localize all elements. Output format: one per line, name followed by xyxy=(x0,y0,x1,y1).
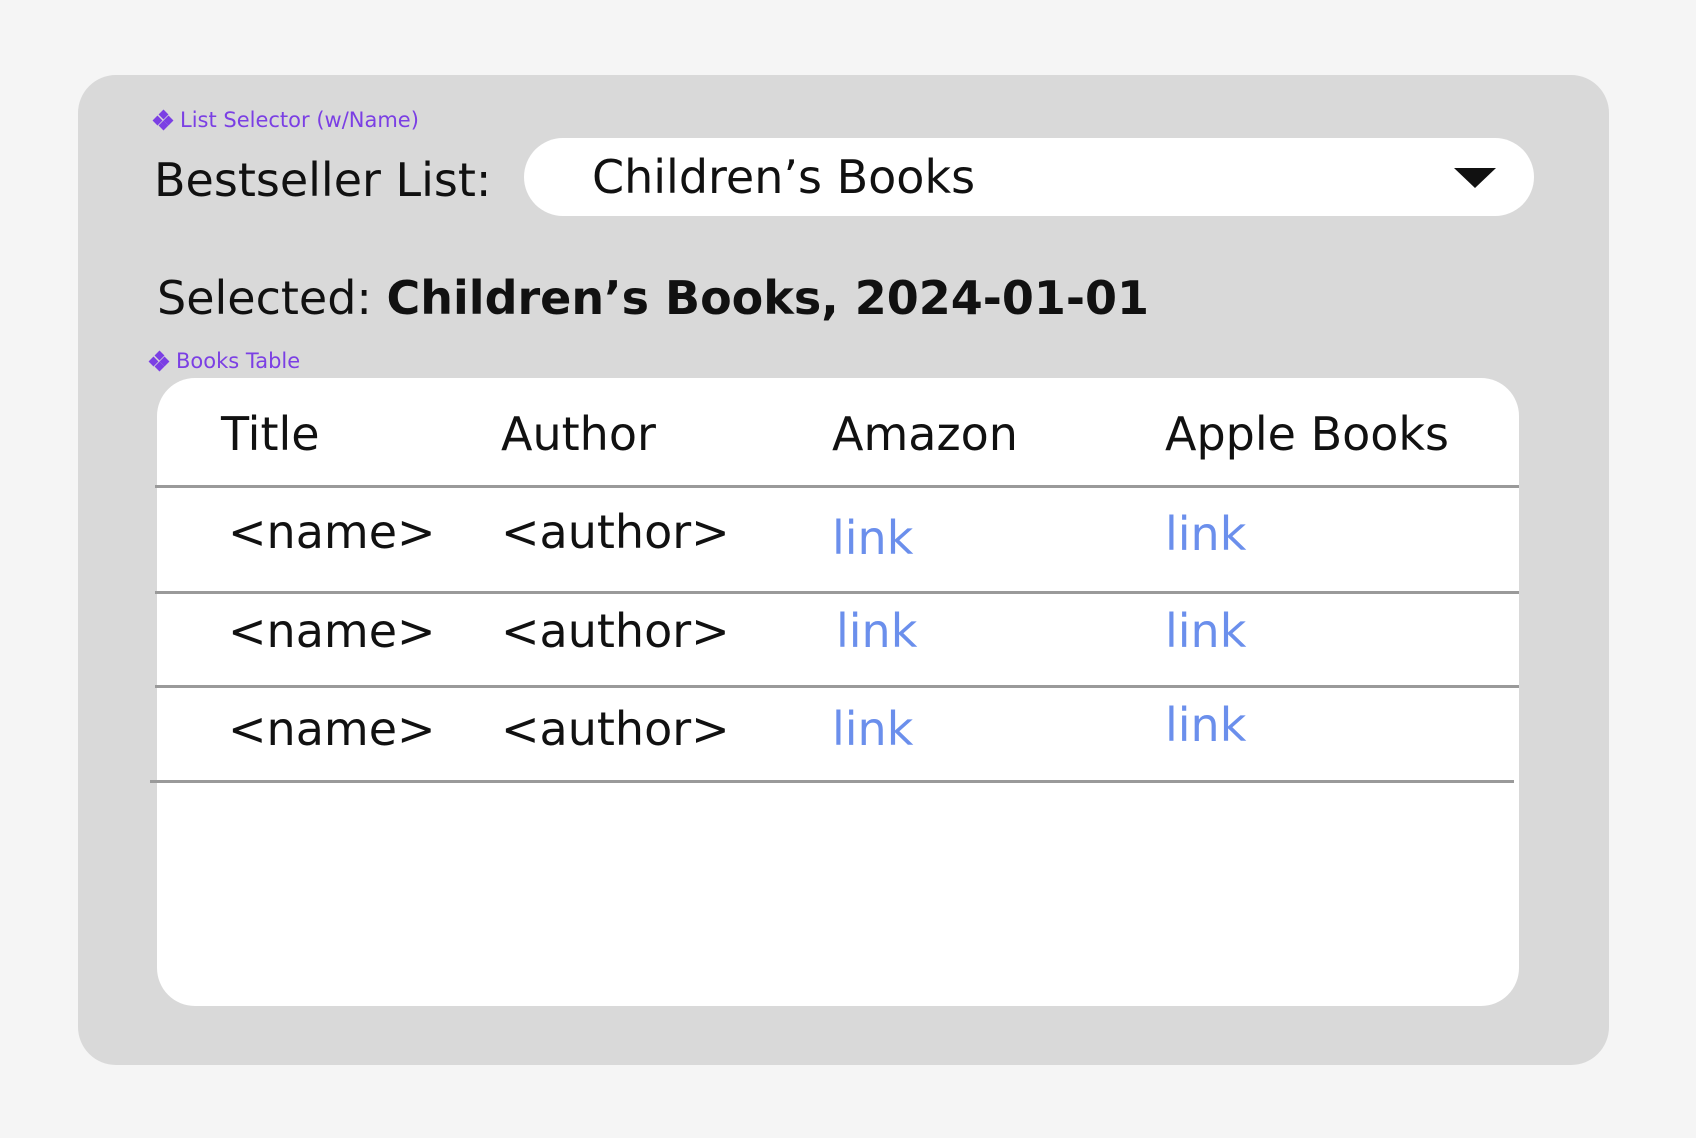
column-header-amazon: Amazon xyxy=(832,407,1018,461)
component-diamond-icon xyxy=(148,350,170,372)
selected-prefix: Selected: xyxy=(157,271,372,325)
bestseller-list-dropdown[interactable]: Children’s Books xyxy=(524,138,1534,216)
row-1-amazon-link[interactable]: link xyxy=(832,508,913,568)
dropdown-selected-value: Children’s Books xyxy=(592,150,976,204)
row-2-title: <name> xyxy=(228,604,436,658)
list-selector-component-tag: List Selector (w/Name) xyxy=(152,108,419,132)
column-header-apple-books: Apple Books xyxy=(1165,407,1450,461)
selected-value: Children’s Books, 2024-01-01 xyxy=(386,271,1149,325)
row-divider xyxy=(150,780,1514,783)
column-header-title: Title xyxy=(221,407,320,461)
row-3-apple-books-link[interactable]: link xyxy=(1165,695,1246,755)
caret-down-icon[interactable] xyxy=(1454,168,1496,188)
header-divider xyxy=(155,485,1519,488)
books-table: Title Author Amazon Apple Books <name> <… xyxy=(150,378,1519,1006)
row-2-amazon-link[interactable]: link xyxy=(836,601,917,661)
column-header-author: Author xyxy=(501,407,656,461)
row-2-apple-books-link[interactable]: link xyxy=(1165,601,1246,661)
row-2-author: <author> xyxy=(501,604,730,658)
books-table-tag-label: Books Table xyxy=(176,349,301,373)
row-3-amazon-link[interactable]: link xyxy=(832,699,913,759)
selected-summary: Selected: Children’s Books, 2024-01-01 xyxy=(157,268,1149,328)
bestseller-list-label: Bestseller List: xyxy=(154,153,492,207)
books-table-component-tag: Books Table xyxy=(148,349,301,373)
component-diamond-icon xyxy=(152,109,174,131)
row-divider xyxy=(155,591,1519,594)
row-1-apple-books-link[interactable]: link xyxy=(1165,504,1246,564)
list-selector-tag-label: List Selector (w/Name) xyxy=(180,108,419,132)
row-divider xyxy=(155,685,1519,688)
row-1-author: <author> xyxy=(501,505,730,559)
row-1-title: <name> xyxy=(228,505,436,559)
row-3-author: <author> xyxy=(501,702,730,756)
row-3-title: <name> xyxy=(228,702,436,756)
